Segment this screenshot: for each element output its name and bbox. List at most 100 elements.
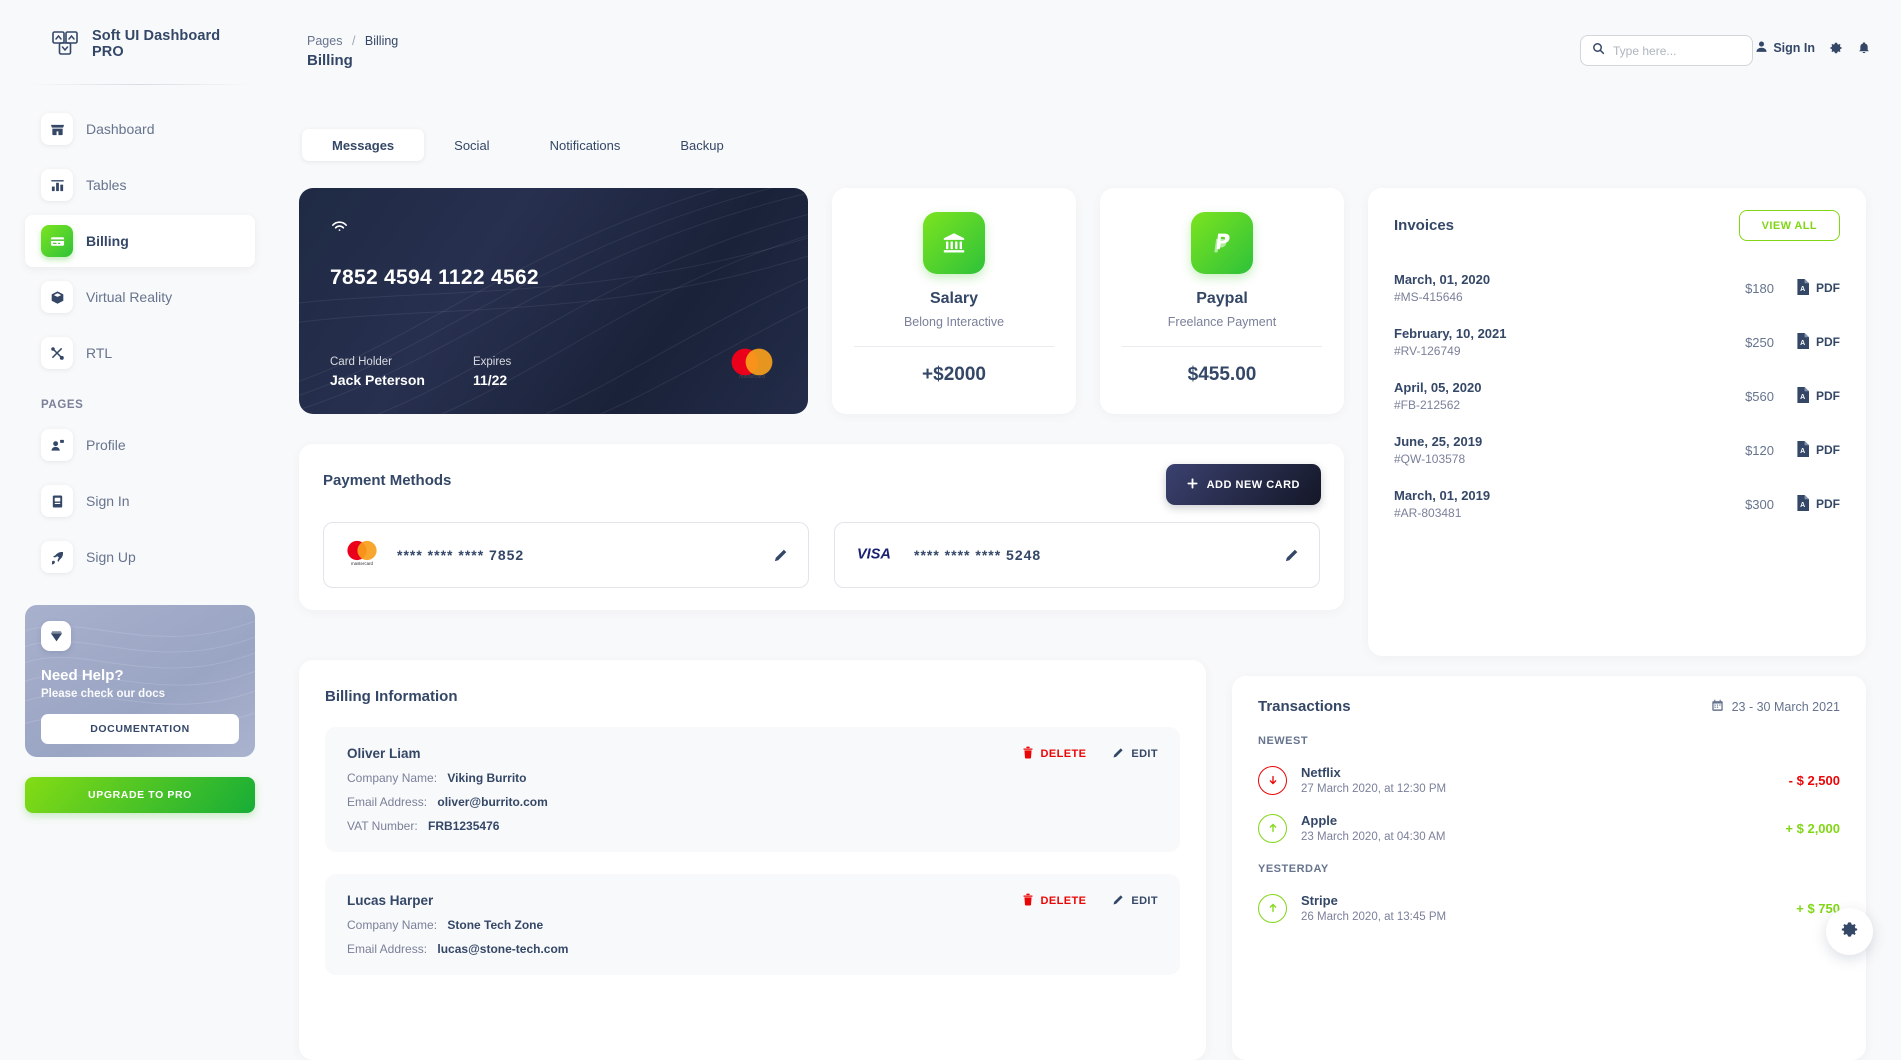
info-card-paypal: Paypal Freelance Payment $455.00 [1100,188,1344,414]
pdf-label: PDF [1816,335,1840,349]
paypal-icon [1191,212,1253,274]
sidebar-label: Profile [86,437,126,453]
upgrade-to-pro-button[interactable]: UPGRADE TO PRO [25,777,255,813]
search-box[interactable] [1580,35,1753,66]
breadcrumb-root[interactable]: Pages [307,34,342,48]
delete-button[interactable]: DELETE [1022,893,1087,909]
sidebar: Soft UI Dashboard PRO Dashboard Tables B… [0,0,280,991]
invoice-row: April, 05, 2020 #FB-212562 $560 A PDF [1394,369,1840,423]
transactions-date-range[interactable]: 23 - 30 March 2021 [1711,699,1840,715]
invoices-title: Invoices [1394,217,1455,234]
card-expires-label: Expires [472,356,512,368]
info-card-subtitle: Freelance Payment [1167,315,1277,329]
pdf-file-icon: A [1796,278,1810,298]
svg-text:A: A [1800,502,1805,509]
documentation-button[interactable]: DOCUMENTATION [41,714,239,744]
sidebar-label: Tables [86,177,127,193]
sidebar-item-rtl[interactable]: RTL [25,327,255,379]
sidebar-item-billing[interactable]: Billing [25,215,255,267]
billing-entry-actions: DELETE EDIT [1022,746,1158,762]
tab-social[interactable]: Social [424,129,519,161]
tab-bar: Messages Social Notifications Backup [299,126,757,164]
info-card-title: Salary [929,290,979,307]
search-icon [1592,42,1605,60]
billing-information-card: Billing Information Oliver Liam Company … [299,660,1206,1060]
mastercard-logo-icon: mastercard [344,539,380,572]
gear-icon[interactable] [1829,41,1843,55]
tab-notifications[interactable]: Notifications [520,129,651,161]
payment-method-visa[interactable]: VISA **** **** **** 5248 [834,522,1320,588]
visa-logo-icon: VISA [855,544,897,567]
sidebar-section-pages: PAGES [41,399,84,411]
sidebar-nav: Dashboard Tables Billing Virtual Reality… [20,103,260,583]
bell-icon[interactable] [1857,41,1871,55]
invoice-row: March, 01, 2019 #AR-803481 $300 A PDF [1394,477,1840,531]
edit-pencil-icon [1112,747,1124,762]
delete-label: DELETE [1040,748,1087,760]
invoice-pdf-button[interactable]: A PDF [1796,278,1840,298]
sidebar-label: Dashboard [86,121,155,137]
sign-in-link[interactable]: Sign In [1755,40,1815,56]
divider [1122,346,1322,347]
tab-backup[interactable]: Backup [650,129,753,161]
company-value: Stone Tech Zone [447,918,544,932]
invoice-pdf-button[interactable]: A PDF [1796,494,1840,514]
svg-text:A: A [1800,286,1805,293]
billing-entry-company: Company Name: Stone Tech Zone [347,918,1158,932]
svg-text:A: A [1800,448,1805,455]
invoice-id: #QW-103578 [1394,452,1466,466]
transaction-amount: + $ 2,000 [1785,820,1840,836]
card-holder-block: Card Holder Jack Peterson [330,356,425,388]
sign-in-label: Sign In [1773,41,1815,55]
pdf-file-icon: A [1796,332,1810,352]
sidebar-item-tables[interactable]: Tables [25,159,255,211]
invoices-card: Invoices VIEW ALL March, 01, 2020 #MS-41… [1368,188,1866,656]
transactions-card: Transactions 23 - 30 March 2021 NEWEST N… [1232,676,1866,1060]
info-card-amount: +$2000 [922,364,986,385]
sidebar-item-sign-up[interactable]: Sign Up [25,531,255,583]
sidebar-item-virtual-reality[interactable]: Virtual Reality [25,271,255,323]
invoices-list: March, 01, 2020 #MS-415646 $180 A PDF Fe… [1394,261,1840,531]
invoice-amount: $120 [1745,442,1774,458]
gear-icon [1840,920,1859,944]
card-holder-label: Card Holder [330,356,392,368]
search-input[interactable] [1613,43,1741,58]
view-all-button[interactable]: VIEW ALL [1738,210,1840,241]
sidebar-item-dashboard[interactable]: Dashboard [25,103,255,155]
sidebar-item-sign-in[interactable]: Sign In [25,475,255,527]
invoice-amount: $300 [1745,496,1774,512]
diamond-icon [41,621,71,651]
sidebar-item-profile[interactable]: Profile [25,419,255,471]
shop-icon [41,113,73,145]
card-details: Card Holder Jack Peterson Expires 11/22 [330,356,511,388]
invoice-id: #RV-126749 [1394,344,1461,358]
svg-text:VISA: VISA [857,546,891,562]
invoice-row: March, 01, 2020 #MS-415646 $180 A PDF [1394,261,1840,315]
edit-button[interactable]: EDIT [1112,893,1158,909]
edit-pencil-icon[interactable] [1284,548,1299,563]
payment-method-mastercard[interactable]: mastercard **** **** **** 7852 [323,522,809,588]
help-card: Need Help? Please check our docs DOCUMEN… [25,605,255,757]
box-icon [41,281,73,313]
chart-bar-icon [41,169,73,201]
sidebar-label: Billing [86,233,129,249]
transaction-time: 26 March 2020, at 13:45 PM [1301,911,1447,923]
add-new-card-label: ADD NEW CARD [1206,478,1300,491]
arrow-up-icon [1258,813,1287,843]
delete-button[interactable]: DELETE [1022,746,1087,762]
payment-methods-card: Payment Methods ADD NEW CARD mastercard … [299,444,1344,610]
brand[interactable]: Soft UI Dashboard PRO [20,0,260,60]
tab-messages[interactable]: Messages [302,129,425,161]
transaction-name: Stripe [1301,893,1338,908]
company-value: Viking Burrito [447,771,527,785]
invoice-pdf-button[interactable]: A PDF [1796,440,1840,460]
billing-entry-email: Email Address: oliver@burrito.com [347,795,1158,809]
add-new-card-button[interactable]: ADD NEW CARD [1165,464,1321,505]
transaction-row: Stripe 26 March 2020, at 13:45 PM + $ 75… [1258,893,1840,923]
invoice-pdf-button[interactable]: A PDF [1796,332,1840,352]
user-icon [1755,40,1768,56]
invoice-pdf-button[interactable]: A PDF [1796,386,1840,406]
settings-fab-button[interactable] [1826,908,1873,955]
edit-button[interactable]: EDIT [1112,746,1158,762]
edit-pencil-icon[interactable] [773,548,788,563]
